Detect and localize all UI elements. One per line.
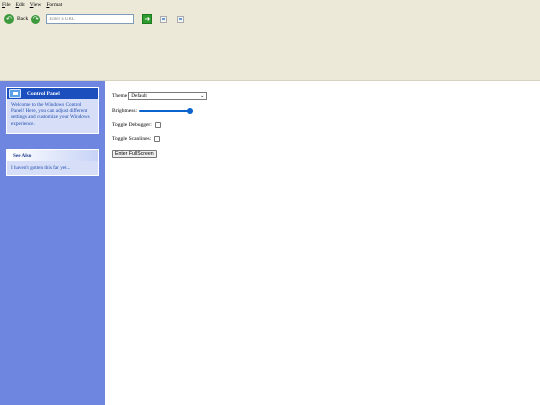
control-panel-title: Control Panel	[27, 90, 60, 97]
theme-label: Theme	[112, 93, 128, 99]
back-button[interactable]: ↶ Back ↷	[4, 14, 41, 24]
control-panel-header: Control Panel	[7, 88, 98, 99]
debugger-row: Toggle Debugger:	[112, 122, 161, 128]
menu-bar: File Edit View Format	[0, 0, 540, 10]
broken-image-icon[interactable]	[177, 15, 185, 23]
toolbar-area	[0, 28, 540, 81]
brightness-slider[interactable]	[139, 108, 194, 114]
toolbar: ↶ Back ↷ ➜	[0, 10, 540, 28]
forward-arrow-icon[interactable]: ↷	[31, 14, 41, 24]
control-panel-icon	[9, 89, 21, 98]
see-also-title: See Also	[7, 150, 98, 161]
slider-thumb[interactable]	[187, 108, 194, 114]
scanlines-row: Toggle Scanlines:	[112, 136, 161, 142]
fullscreen-button[interactable]: Enter FullScreen	[112, 150, 157, 158]
theme-value: Default	[131, 93, 147, 99]
menu-format[interactable]: Format	[46, 2, 62, 8]
debugger-checkbox[interactable]	[154, 122, 161, 128]
scanlines-label: Toggle Scanlines:	[112, 136, 152, 142]
url-input[interactable]	[46, 14, 135, 24]
theme-row: Theme Default ⌄	[112, 92, 208, 100]
chevron-down-icon: ⌄	[200, 93, 205, 99]
brightness-label: Brightness:	[112, 108, 138, 114]
see-also-text: I haven't gotten this far yet...	[11, 165, 71, 171]
back-label: Back	[17, 16, 29, 22]
control-panel-description: Welcome to the Windows Control Panel! He…	[11, 102, 90, 127]
menu-edit[interactable]: Edit	[16, 2, 25, 8]
control-panel-box: Control Panel Welcome to the Windows Con…	[6, 87, 99, 134]
menu-view[interactable]: View	[30, 2, 42, 8]
back-arrow-icon: ↶	[4, 14, 14, 24]
theme-select[interactable]: Default ⌄	[128, 92, 208, 100]
see-also-box: See Also I haven't gotten this far yet..…	[6, 149, 99, 176]
brightness-row: Brightness:	[112, 108, 194, 114]
broken-image-icon[interactable]	[160, 15, 168, 23]
menu-file[interactable]: File	[2, 2, 11, 8]
go-arrow-icon[interactable]: ➜	[142, 14, 153, 24]
scanlines-checkbox[interactable]	[154, 136, 161, 142]
slider-track	[139, 110, 194, 113]
debugger-label: Toggle Debugger:	[112, 122, 152, 128]
fullscreen-row: Enter FullScreen	[112, 150, 157, 158]
